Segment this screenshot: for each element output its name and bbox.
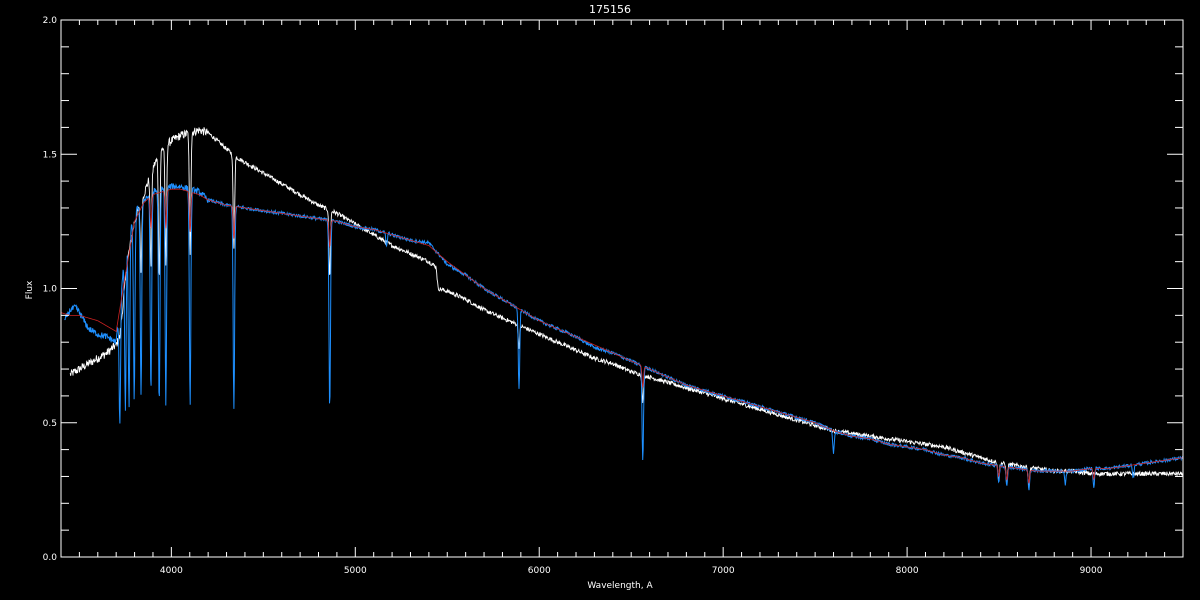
x-axis-title: Wavelength, A <box>587 581 653 591</box>
y-tick-label: 1.0 <box>43 285 58 295</box>
y-tick-label: 2.0 <box>43 16 58 26</box>
y-tick-label: 1.5 <box>43 150 57 160</box>
chart-title: 175156 <box>589 3 631 16</box>
chart-background <box>0 0 1200 600</box>
x-tick-label: 7000 <box>712 566 735 576</box>
spectrum-plot: 175156 Wavelength, A Flux 4000 5000 6000 70… <box>0 0 1200 600</box>
x-tick-label: 4000 <box>160 566 183 576</box>
y-tick-label: 0.5 <box>43 419 57 429</box>
y-axis-title: Flux <box>25 280 35 299</box>
chart-container: 175156 Wavelength, A Flux 4000 5000 6000 70… <box>0 0 1200 600</box>
y-tick-label: 0.0 <box>43 553 58 563</box>
x-tick-label: 6000 <box>528 566 551 576</box>
x-tick-label: 8000 <box>896 566 919 576</box>
x-tick-label: 9000 <box>1080 566 1103 576</box>
x-tick-label: 5000 <box>344 566 367 576</box>
